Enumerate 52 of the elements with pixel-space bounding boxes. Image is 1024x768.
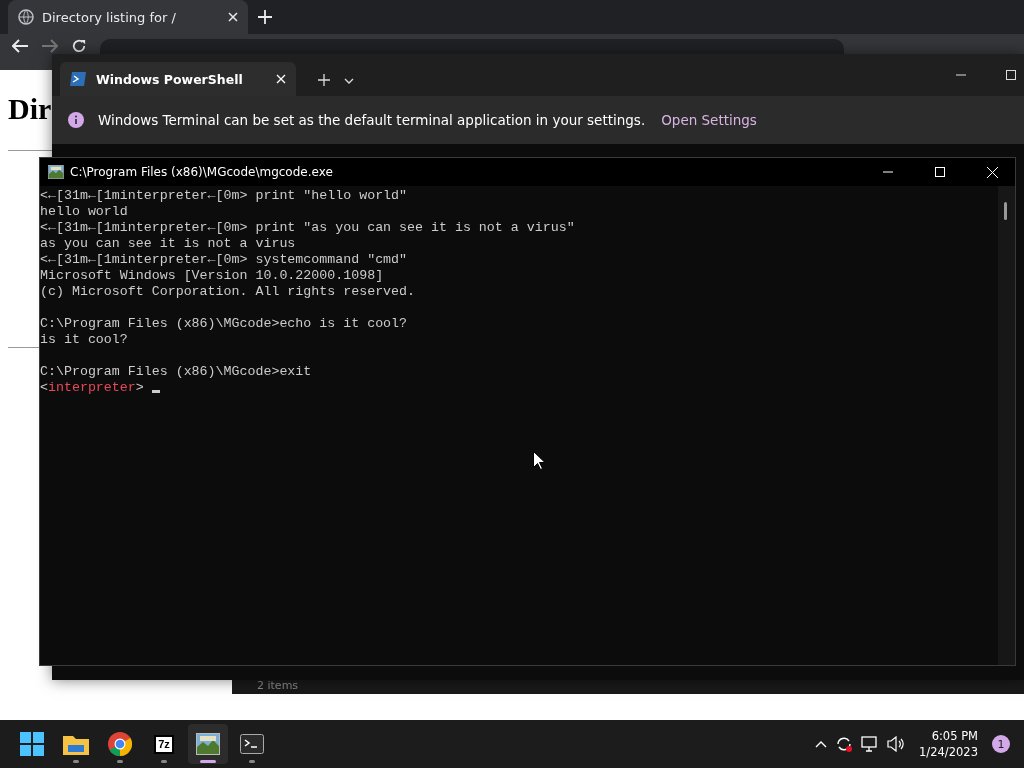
network-icon[interactable] (861, 736, 880, 752)
taskbar-app-button[interactable]: 7z (144, 724, 184, 764)
terminal-tab[interactable]: Windows PowerShell (60, 62, 296, 96)
landscape-app-icon (196, 733, 220, 755)
console-prompt: <interpreter> (40, 380, 144, 395)
globe-icon (18, 9, 34, 25)
date-text: 1/24/2023 (919, 744, 978, 760)
folder-icon (63, 733, 89, 755)
speaker-icon[interactable] (887, 736, 906, 752)
console-line: C:\Program Files (x86)\MGcode>exit (40, 364, 313, 380)
console-line: as you can see it is not a virus (40, 236, 297, 252)
console-title: C:\Program Files (x86)\MGcode\mgcode.exe (70, 165, 334, 179)
powershell-icon (70, 72, 86, 86)
open-settings-link[interactable]: Open Settings (661, 112, 757, 128)
new-tab-icon[interactable] (258, 10, 272, 24)
console-line: hello world (40, 204, 129, 220)
scrollbar-thumb[interactable] (1004, 202, 1007, 220)
chevron-up-icon[interactable] (815, 740, 828, 748)
taskbar-app-button[interactable] (188, 724, 228, 764)
console-line: <←[31m←[1minterpreter←[0m> print "as you can see it is not a virus" (40, 220, 576, 236)
dropdown-icon[interactable] (344, 78, 354, 84)
chrome-icon (108, 732, 132, 756)
sync-icon[interactable] (835, 735, 854, 753)
mouse-pointer-icon (533, 451, 545, 470)
scrollbar[interactable] (998, 186, 1015, 665)
notification-badge[interactable]: 1 (992, 735, 1010, 753)
item-count: 2 items (257, 680, 299, 692)
reload-icon[interactable] (72, 39, 86, 53)
console-line: Microsoft Windows [Version 10.0.22000.1098] (40, 268, 385, 284)
browser-tab[interactable]: Directory listing for / (8, 0, 248, 34)
console-line: (c) Microsoft Corporation. All rights reserved. (40, 284, 417, 300)
console-line: is it cool? (40, 332, 129, 348)
tab-title: Directory listing for / (42, 9, 177, 25)
clock[interactable]: 6:05 PM 1/24/2023 (919, 728, 978, 760)
tab-title: Windows PowerShell (96, 71, 244, 87)
console-line: C:\Program Files (x86)\MGcode>echo is it cool? (40, 316, 409, 332)
notice-text: Windows Terminal can be set as the default terminal application in your settings. (98, 112, 646, 128)
console-line: <←[31m←[1minterpreter←[0m> systemcommand "cmd" (40, 252, 409, 268)
back-arrow-icon[interactable] (12, 39, 28, 53)
time-text: 6:05 PM (931, 728, 978, 744)
windows-start-icon (20, 732, 44, 756)
page-heading: Dir (8, 92, 52, 126)
forward-arrow-icon[interactable] (42, 39, 58, 53)
maximize-icon[interactable] (1006, 70, 1016, 80)
landscape-app-icon (48, 165, 64, 179)
new-tab-icon[interactable] (318, 74, 330, 86)
terminal-icon (240, 734, 264, 754)
info-icon (68, 112, 84, 128)
console-line: <←[31m←[1minterpreter←[0m> print "hello world" (40, 188, 409, 204)
close-icon[interactable] (228, 12, 238, 22)
sevenzip-icon: 7z (154, 734, 174, 754)
text-cursor (151, 390, 160, 393)
